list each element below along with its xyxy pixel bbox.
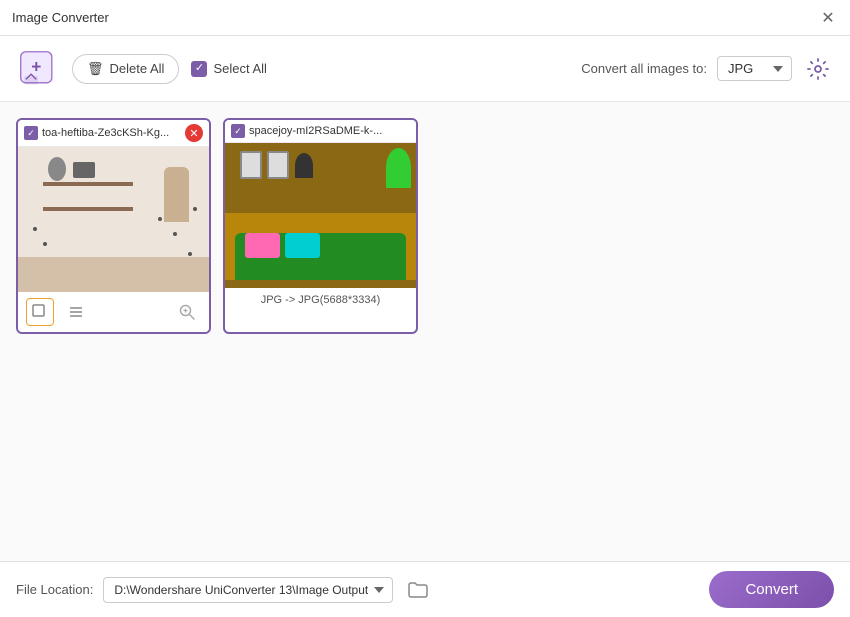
- delete-all-label: Delete All: [110, 61, 165, 76]
- image-card-1-filename: toa-heftiba-Ze3cKSh-Kg...: [42, 127, 181, 139]
- image-card-2-checkbox[interactable]: [231, 124, 245, 138]
- zoom-icon-button[interactable]: [173, 298, 201, 326]
- main-content: toa-heftiba-Ze3cKSh-Kg... ✕: [0, 102, 850, 561]
- format-select[interactable]: JPG PNG BMP GIF TIFF WEBP: [717, 56, 792, 81]
- image-card-2-filename: spacejoy-mI2RSaDME-k-...: [249, 125, 410, 137]
- trash-icon: 🗑: [87, 61, 104, 77]
- add-image-button[interactable]: +: [16, 47, 60, 91]
- crop-icon-button[interactable]: [26, 298, 54, 326]
- image-card-2-header: spacejoy-mI2RSaDME-k-...: [225, 120, 416, 143]
- convert-all-label: Convert all images to:: [581, 61, 707, 76]
- window-title: Image Converter: [12, 10, 109, 25]
- title-bar: Image Converter ✕: [0, 0, 850, 36]
- image-card-2: spacejoy-mI2RSaDME-k-... JPG -> JPG(5688: [223, 118, 418, 334]
- file-location-label: File Location:: [16, 582, 93, 597]
- image-card-2-preview: [225, 143, 416, 288]
- image-card-1-footer: [18, 292, 209, 332]
- title-bar-left: Image Converter: [12, 10, 109, 25]
- image-card-1-header: toa-heftiba-Ze3cKSh-Kg... ✕: [18, 120, 209, 147]
- toolbar: + 🗑 Delete All Select All Convert all im…: [0, 36, 850, 102]
- select-all-checkbox[interactable]: [191, 61, 207, 77]
- bottom-bar: File Location: D:\Wondershare UniConvert…: [0, 561, 850, 617]
- window-close-button[interactable]: ✕: [818, 8, 838, 28]
- toolbar-left: + 🗑 Delete All Select All: [16, 47, 581, 91]
- select-all-label: Select All: [213, 61, 266, 76]
- toolbar-right: Convert all images to: JPG PNG BMP GIF T…: [581, 53, 834, 85]
- delete-all-button[interactable]: 🗑 Delete All: [72, 54, 179, 84]
- image-card-1: toa-heftiba-Ze3cKSh-Kg... ✕: [16, 118, 211, 334]
- image-card-1-preview: [18, 147, 209, 292]
- settings-button[interactable]: [802, 53, 834, 85]
- list-icon-button[interactable]: [62, 298, 90, 326]
- svg-text:+: +: [31, 56, 41, 76]
- images-grid: toa-heftiba-Ze3cKSh-Kg... ✕: [16, 118, 834, 334]
- image-card-1-close[interactable]: ✕: [185, 124, 203, 142]
- image-card-2-info: JPG -> JPG(5688*3334): [225, 288, 416, 312]
- convert-button[interactable]: Convert: [709, 571, 834, 608]
- image-card-1-checkbox[interactable]: [24, 126, 38, 140]
- file-path-select[interactable]: D:\Wondershare UniConverter 13\Image Out…: [103, 577, 393, 603]
- image-card-1-actions: [26, 298, 90, 326]
- select-all-wrapper[interactable]: Select All: [191, 61, 266, 77]
- file-location-section: File Location: D:\Wondershare UniConvert…: [16, 575, 433, 605]
- browse-folder-button[interactable]: [403, 575, 433, 605]
